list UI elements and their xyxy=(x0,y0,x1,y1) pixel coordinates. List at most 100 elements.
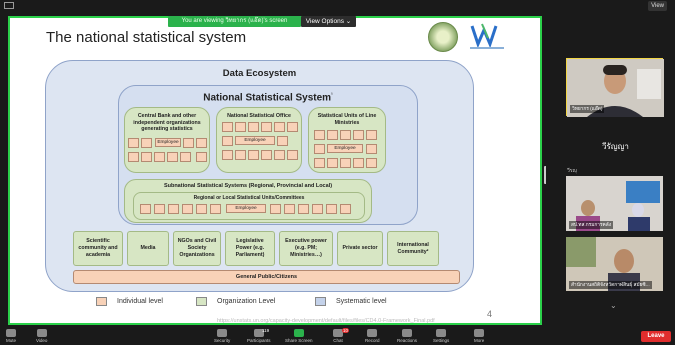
slide-page-number: 4 xyxy=(487,309,493,319)
cluster-title: Statistical Units of Line Ministries xyxy=(317,113,377,126)
source-url[interactable]: https://unstats.un.org/capacity-developm… xyxy=(217,318,435,324)
individual-cell xyxy=(248,150,259,160)
individual-cell xyxy=(168,204,179,214)
chevron-down-icon[interactable]: ⌄ xyxy=(610,301,617,310)
individual-cell xyxy=(235,122,246,132)
employee-box: Employee xyxy=(226,204,266,213)
cluster-nso: National Statistical Office Employee xyxy=(216,107,302,173)
individual-cell xyxy=(327,130,338,140)
microphone-icon xyxy=(6,329,16,337)
employee-box: Employee xyxy=(155,138,181,147)
entity-media: Media xyxy=(127,231,169,266)
chat-badge: 10 xyxy=(342,328,350,333)
individual-cell xyxy=(340,130,351,140)
individual-cell xyxy=(353,130,364,140)
individual-cell xyxy=(235,150,246,160)
video-button[interactable]: Video xyxy=(36,329,47,343)
participants-count: 119 xyxy=(262,328,270,333)
cluster-central-bank: Central Bank and other independent organ… xyxy=(124,107,210,173)
participant-name: วิทยากร (แอ๊ด) xyxy=(570,105,605,113)
participant-name: วีรัญญา xyxy=(602,142,629,151)
entity-legislative: Legislative Power (e.g. Parliament) xyxy=(225,231,275,266)
individual-cell xyxy=(284,204,295,214)
individual-cell xyxy=(314,158,325,168)
participant-name: สป.ทส.กรมการคลัง xyxy=(569,221,614,229)
data-ecosystem-box: Data Ecosystem National Statistical Syst… xyxy=(45,60,474,292)
legend-swatch xyxy=(196,297,207,306)
individual-cell xyxy=(274,122,285,132)
share-banner: You are viewing วิทยากร (แอ๊ด)'s screen xyxy=(168,16,301,27)
entity-private-sector: Private sector xyxy=(337,231,383,266)
slide-title: The national statistical system xyxy=(46,29,247,46)
participant-video-tile[interactable]: สำนักงานสถิติจังหวัดกาฬสินธุ์ สมัยซิ... xyxy=(566,237,663,291)
entity-ngos: NGOs and Civil Society Organizations xyxy=(173,231,221,266)
view-button[interactable]: View xyxy=(648,1,667,11)
nss-title: National Statistical System¹ xyxy=(203,92,333,104)
individual-cell xyxy=(314,144,325,154)
legend-organization: Organization Level xyxy=(196,297,275,306)
individual-cell xyxy=(222,150,233,160)
cluster-title: Central Bank and other independent organ… xyxy=(133,113,201,132)
subnational-title: Subnational Statistical Systems (Regiona… xyxy=(163,183,333,189)
individual-cell xyxy=(287,122,298,132)
individual-cell xyxy=(327,158,338,168)
individual-cell xyxy=(196,204,207,214)
individual-cell xyxy=(340,204,351,214)
individual-cell xyxy=(366,130,377,140)
reactions-button[interactable]: Reactions xyxy=(397,329,417,343)
individual-cell xyxy=(154,204,165,214)
meeting-toolbar: Mute Video Security Participants Share S… xyxy=(0,328,675,345)
individual-cell xyxy=(277,136,288,146)
settings-button[interactable]: Settings xyxy=(433,329,449,343)
participant-name: สำนักงานสถิติจังหวัดกาฬสินธุ์ สมัยซิ... xyxy=(569,281,652,289)
reactions-icon xyxy=(402,329,412,337)
leave-button[interactable]: Leave xyxy=(641,331,671,342)
individual-cell xyxy=(353,158,364,168)
record-button[interactable]: Record xyxy=(365,329,380,343)
individual-cell xyxy=(210,204,221,214)
individual-cell xyxy=(196,152,207,162)
individual-cell xyxy=(141,152,152,162)
individual-cell xyxy=(270,204,281,214)
individual-cell xyxy=(326,204,337,214)
share-screen-icon xyxy=(293,329,304,337)
entity-international: International Community² xyxy=(387,231,439,266)
participant-gallery: วิทยากร (แอ๊ด) วีรัญญา วีรญุ สป.ทส.กรมกา… xyxy=(546,13,675,328)
individual-cell xyxy=(287,150,298,160)
individual-cell xyxy=(312,204,323,214)
participant-name: วีรญุ xyxy=(567,168,577,174)
individual-cell xyxy=(274,150,285,160)
participant-video-tile[interactable]: วิทยากร (แอ๊ด) xyxy=(566,58,664,117)
individual-cell xyxy=(180,152,191,162)
individual-cell xyxy=(141,138,152,148)
legend-systematic: Systematic level xyxy=(315,297,387,306)
employee-box: Employee xyxy=(327,144,363,153)
legend-individual: Individual level xyxy=(96,297,163,306)
more-icon xyxy=(474,329,485,337)
subnational-systems-box: Subnational Statistical Systems (Regiona… xyxy=(124,179,372,223)
individual-cell xyxy=(298,204,309,214)
entity-academia: Scientific community and academia xyxy=(73,231,123,266)
individual-cell xyxy=(261,122,272,132)
legend-label: Organization Level xyxy=(217,298,276,305)
top-bar: View xyxy=(0,0,675,12)
agency-logo xyxy=(470,23,504,49)
mute-button[interactable]: Mute xyxy=(6,329,16,343)
ecosystem-title: Data Ecosystem xyxy=(222,68,297,79)
individual-cell xyxy=(167,152,178,162)
regional-units-title: Regional or Local Statistical Units/Comm… xyxy=(193,195,305,201)
employee-box: Employee xyxy=(235,136,275,145)
general-public-box: General Public/Citizens xyxy=(73,270,460,284)
view-options-button[interactable]: View Options ⌄ xyxy=(301,16,356,27)
regional-units-box: Regional or Local Statistical Units/Comm… xyxy=(133,192,365,220)
individual-cell xyxy=(222,122,233,132)
participant-video-tile[interactable]: สป.ทส.กรมการคลัง xyxy=(566,176,663,231)
more-button[interactable]: More xyxy=(474,329,484,343)
share-screen-button[interactable]: Share Screen xyxy=(285,329,313,343)
individual-cell xyxy=(182,204,193,214)
menu-icon[interactable] xyxy=(4,2,14,9)
individual-cell xyxy=(196,138,207,148)
security-button[interactable]: Security xyxy=(214,329,230,343)
individual-cell xyxy=(248,122,259,132)
nso-seal-logo xyxy=(428,22,458,52)
